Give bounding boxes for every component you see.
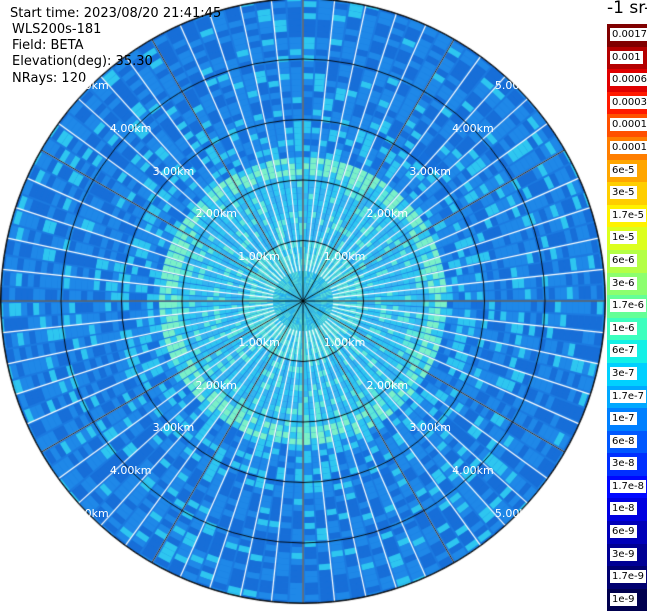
range-ring-label: 2.00km [195, 378, 238, 392]
colorbar-label: 1.7e-9 [610, 570, 647, 584]
range-ring-label: 5.00km [494, 79, 537, 93]
range-ring-label: 1.00km [238, 335, 280, 349]
colorbar-cell: 0.0003 [607, 91, 647, 115]
colorbar-cell: 6e-9 [607, 521, 647, 544]
range-ring-label: 5.00km [67, 506, 109, 520]
colorbar-cell: 1e-8 [607, 498, 647, 522]
range-ring-label: 2.00km [366, 207, 409, 221]
range-ring-label: 4.00km [109, 121, 152, 135]
colorbar-label: 1e-7 [610, 412, 637, 426]
colorbar-cell: 3e-6 [607, 272, 647, 296]
colorbar-cell: 0.0006 [607, 69, 647, 92]
colorbar-label: 3e-8 [610, 457, 637, 471]
colorbar-label: 1.7e-7 [610, 389, 647, 403]
colorbar-cell: 1.7e-9 [607, 566, 647, 589]
colorbar-cell: 0.00017 [607, 114, 647, 137]
colorbar-cell: 3e-7 [607, 362, 647, 386]
elevation-label: Elevation(deg): 35.30 [12, 54, 153, 69]
colorbar-cell: 1.7e-5 [607, 204, 647, 228]
colorbar-label: 1.7e-6 [610, 299, 647, 313]
colorbar-label: 1e-9 [610, 592, 637, 606]
colorbar-label: 0.0017 [610, 28, 647, 41]
range-ring-label: 3.00km [152, 421, 195, 435]
colorbar-cell: 1e-5 [607, 227, 647, 250]
colorbar-label: 0.0003 [610, 95, 647, 109]
range-ring-label: 3.00km [409, 421, 451, 435]
colorbar-label: 1e-5 [610, 231, 637, 245]
range-ring-label: 2.00km [366, 378, 409, 392]
colorbar: 0.0017 0.001 0.0006 0.0003 0.00017 0.0001 6e-5… [607, 24, 647, 611]
colorbar-cell: 6e-5 [607, 159, 647, 183]
colorbar-units: -1 sr-1 [607, 0, 647, 18]
colorbar-cell: 3e-9 [607, 543, 647, 567]
colorbar-label: 6e-7 [610, 344, 637, 358]
colorbar-cell: 1.7e-7 [607, 385, 647, 409]
colorbar-cell: 1.7e-8 [607, 475, 647, 499]
colorbar-cell: 0.0017 [607, 24, 647, 47]
colorbar-label: 0.0006 [610, 73, 647, 87]
range-ring-label: 2.00km [195, 207, 238, 221]
range-ring-label: 4.00km [452, 121, 494, 135]
colorbar-label: 3e-5 [610, 186, 637, 200]
colorbar-label: 6e-8 [610, 434, 637, 448]
range-ring-label: 3.00km [409, 164, 451, 178]
colorbar-cell: 1.7e-6 [607, 295, 647, 318]
colorbar-label: 3e-7 [610, 366, 637, 380]
field-label: Field: BETA [12, 38, 84, 53]
instrument-label: WLS200s-181 [12, 22, 102, 37]
colorbar-label: 1e-8 [610, 502, 637, 516]
colorbar-cell: 0.001 [607, 46, 647, 70]
colorbar-label: 1e-6 [610, 321, 637, 335]
colorbar-label: 6e-9 [610, 525, 637, 539]
colorbar-label: 0.0001 [610, 140, 647, 154]
colorbar-label: 1.7e-8 [610, 479, 647, 493]
range-ring-label: 4.00km [109, 464, 152, 478]
colorbar-cell: 3e-8 [607, 453, 647, 476]
range-ring-label: 3.00km [152, 164, 195, 178]
colorbar-cell: 1e-7 [607, 408, 647, 431]
colorbar-cell: 6e-6 [607, 249, 647, 273]
range-ring-label: 1.00km [323, 335, 366, 349]
colorbar-cell: 6e-8 [607, 430, 647, 454]
range-ring-label: 5.00km [494, 506, 537, 520]
start-time-label: Start time: 2023/08/20 21:41:45 [10, 6, 222, 21]
colorbar-cell: 1e-6 [607, 317, 647, 341]
range-ring-label: 4.00km [452, 464, 494, 478]
range-ring-label: 5.00km [67, 79, 109, 93]
colorbar-label: 6e-5 [610, 163, 637, 177]
range-ring-label: 1.00km [238, 250, 280, 264]
range-ring-label: 1.00km [323, 250, 366, 264]
colorbar-cell: 6e-7 [607, 340, 647, 363]
colorbar-cell: 3e-5 [607, 182, 647, 205]
colorbar-cell: 1e-9 [607, 588, 647, 611]
colorbar-label: 3e-6 [610, 276, 637, 290]
colorbar-cell: 0.0001 [607, 136, 647, 160]
colorbar-label: 1.7e-5 [610, 208, 647, 222]
colorbar-label: 3e-9 [610, 547, 637, 561]
colorbar-label: 0.00017 [610, 118, 647, 132]
colorbar-label: 6e-6 [610, 253, 637, 267]
colorbar-label: 0.001 [610, 50, 643, 64]
